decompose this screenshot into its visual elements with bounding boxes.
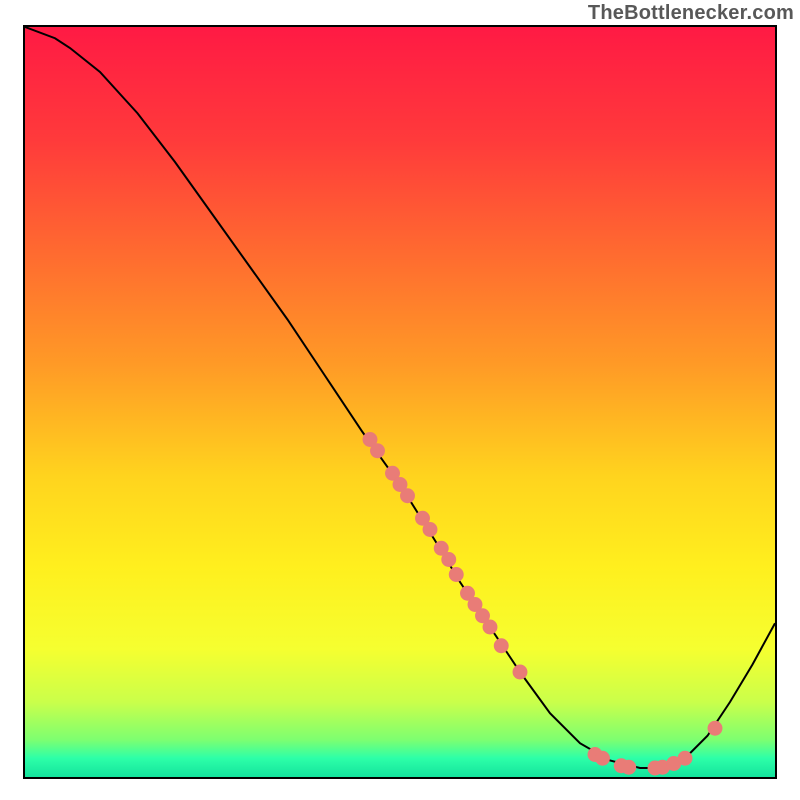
chart-svg	[25, 27, 775, 777]
data-point	[423, 522, 438, 537]
background-gradient	[25, 27, 775, 777]
data-point	[370, 443, 385, 458]
data-point	[494, 638, 509, 653]
data-point	[400, 488, 415, 503]
data-point	[595, 751, 610, 766]
gradient-chart	[23, 25, 777, 779]
data-point	[483, 620, 498, 635]
data-point	[441, 552, 456, 567]
data-point	[449, 567, 464, 582]
data-point	[678, 751, 693, 766]
data-point	[621, 760, 636, 775]
data-point	[513, 665, 528, 680]
attribution-text: TheBottlenecker.com	[588, 2, 794, 25]
data-point	[708, 721, 723, 736]
